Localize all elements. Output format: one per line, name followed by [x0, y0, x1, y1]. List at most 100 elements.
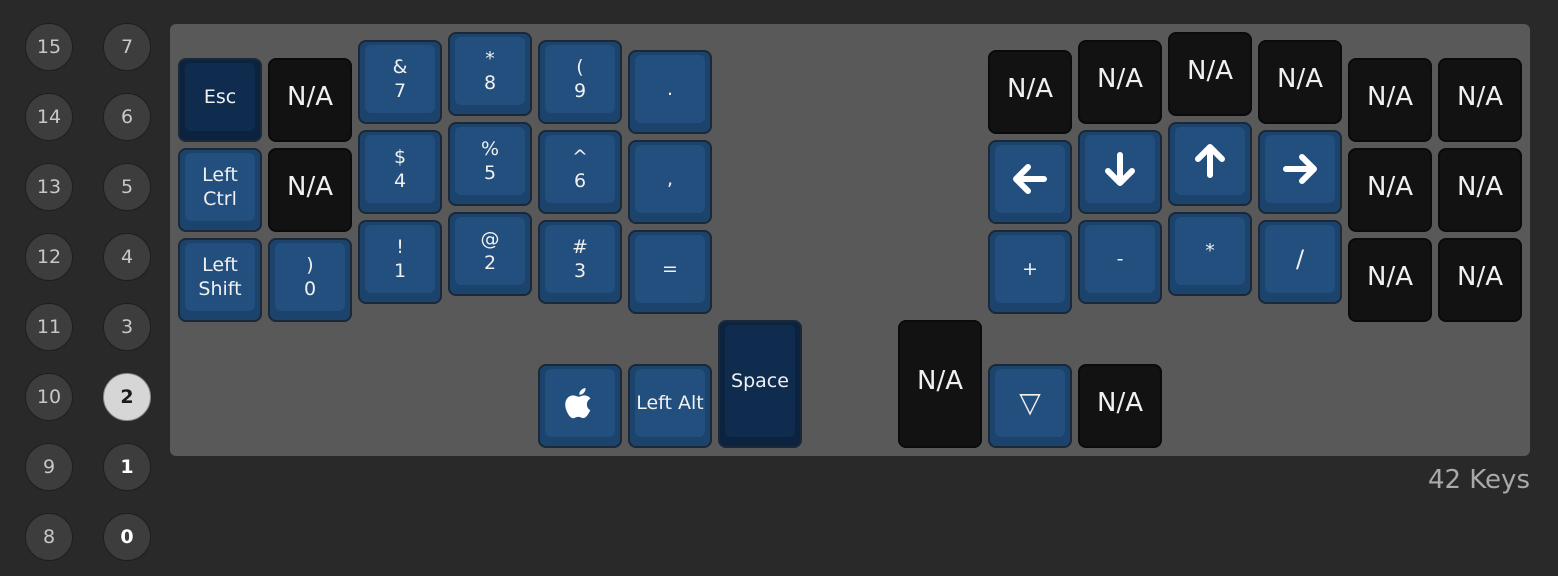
key-na[interactable]: N/A: [1348, 238, 1432, 322]
key-shift-label: !: [396, 236, 404, 258]
key-label: 3: [573, 260, 587, 282]
key-paren-9[interactable]: (9: [538, 40, 622, 124]
layer-2-button[interactable]: 2: [103, 373, 151, 421]
key-label: /: [1295, 245, 1305, 273]
layer-15-button[interactable]: 15: [25, 23, 73, 71]
key-na[interactable]: N/A: [268, 148, 352, 232]
key-space[interactable]: Space: [718, 320, 802, 448]
key-percent-5[interactable]: % 5: [448, 122, 532, 206]
key-arrow-right[interactable]: [1258, 130, 1342, 214]
key-label: Esc: [203, 86, 237, 108]
apple-logo-icon: [565, 388, 591, 419]
key-shift-label: #: [572, 236, 588, 258]
key-na[interactable]: N/A: [988, 50, 1072, 134]
key-shift-label: %: [480, 138, 500, 160]
key-label: N/A: [1187, 56, 1233, 86]
key-label: Ctrl: [203, 188, 237, 210]
key-label: N/A: [917, 366, 963, 396]
key-arrow-down[interactable]: [1078, 130, 1162, 214]
key-label: N/A: [1367, 82, 1413, 112]
key-hash-3[interactable]: #3: [538, 220, 622, 304]
key-shift-label: @: [480, 228, 500, 250]
key-label: N/A: [1277, 64, 1323, 94]
key-asterisk[interactable]: *: [1168, 212, 1252, 296]
layer-5-button[interactable]: 5: [103, 163, 151, 211]
key-shift-label: ^: [572, 146, 588, 168]
key-label: .: [666, 78, 674, 100]
key-label: N/A: [1367, 172, 1413, 202]
key-label: +: [1022, 258, 1038, 280]
key-shift-label: *: [485, 48, 495, 70]
layer-6-button[interactable]: 6: [103, 93, 151, 141]
arrow-right-icon: [1283, 154, 1317, 184]
key-equals[interactable]: =: [628, 230, 712, 314]
key-arrow-left[interactable]: [988, 140, 1072, 224]
key-rparen-0[interactable]: ) 0: [268, 238, 352, 322]
key-plus[interactable]: +: [988, 230, 1072, 314]
key-command[interactable]: [538, 364, 622, 448]
key-label: N/A: [1007, 74, 1053, 104]
key-label: 7: [393, 80, 407, 102]
key-na[interactable]: N/A: [1348, 148, 1432, 232]
key-dollar-4[interactable]: $4: [358, 130, 442, 214]
key-label: N/A: [1097, 388, 1143, 418]
key-label: 2: [483, 252, 497, 274]
key-comma[interactable]: ,: [628, 140, 712, 224]
layer-10-button[interactable]: 10: [25, 373, 73, 421]
key-na[interactable]: N/A: [1258, 40, 1342, 124]
key-label: N/A: [1097, 64, 1143, 94]
key-label: Left Alt: [636, 392, 704, 414]
key-slash[interactable]: /: [1258, 220, 1342, 304]
key-left-alt[interactable]: Left Alt: [628, 364, 712, 448]
layer-7-button[interactable]: 7: [103, 23, 151, 71]
key-label: ,: [666, 168, 674, 190]
layer-13-button[interactable]: 13: [25, 163, 73, 211]
key-na[interactable]: N/A: [1078, 364, 1162, 448]
key-na[interactable]: N/A: [1438, 238, 1522, 322]
layer-9-button[interactable]: 9: [25, 443, 73, 491]
key-star-8[interactable]: * 8: [448, 32, 532, 116]
key-arrow-up[interactable]: [1168, 122, 1252, 206]
key-na[interactable]: N/A: [1168, 32, 1252, 116]
key-label: 6: [573, 170, 587, 192]
key-label: 4: [393, 170, 407, 192]
key-count-label: 42 Keys: [1427, 465, 1530, 495]
key-label: Left: [202, 254, 238, 276]
key-na[interactable]: N/A: [268, 58, 352, 142]
key-label: N/A: [1367, 262, 1413, 292]
key-label: Left: [202, 164, 238, 186]
layer-12-button[interactable]: 12: [25, 233, 73, 281]
key-na[interactable]: N/A: [1078, 40, 1162, 124]
key-left-shift[interactable]: Left Shift: [178, 238, 262, 322]
key-shift-label: $: [393, 146, 407, 168]
key-label: Space: [731, 370, 789, 392]
layer-3-button[interactable]: 3: [103, 303, 151, 351]
key-label: *: [1205, 240, 1215, 262]
key-label: 1: [393, 260, 407, 282]
key-at-2[interactable]: @2: [448, 212, 532, 296]
key-label: N/A: [1457, 172, 1503, 202]
key-na[interactable]: N/A: [1348, 58, 1432, 142]
key-period[interactable]: .: [628, 50, 712, 134]
layer-1-button[interactable]: 1: [103, 443, 151, 491]
key-na[interactable]: N/A: [1438, 58, 1522, 142]
layer-14-button[interactable]: 14: [25, 93, 73, 141]
key-esc[interactable]: Esc: [178, 58, 262, 142]
layer-11-button[interactable]: 11: [25, 303, 73, 351]
key-na[interactable]: N/A: [898, 320, 982, 448]
key-caret-6[interactable]: ^ 6: [538, 130, 622, 214]
layer-4-button[interactable]: 4: [103, 233, 151, 281]
key-minus[interactable]: -: [1078, 220, 1162, 304]
key-bang-1[interactable]: ! 1: [358, 220, 442, 304]
key-label: N/A: [1457, 82, 1503, 112]
key-label: N/A: [287, 172, 333, 202]
key-na[interactable]: N/A: [1438, 148, 1522, 232]
layer-0-button[interactable]: 0: [103, 513, 151, 561]
arrow-down-icon: [1105, 152, 1135, 186]
layer-8-button[interactable]: 8: [25, 513, 73, 561]
key-left-ctrl[interactable]: Left Ctrl: [178, 148, 262, 232]
key-amp-7[interactable]: & 7: [358, 40, 442, 124]
key-layer-down[interactable]: ▽: [988, 364, 1072, 448]
triangle-down-icon: ▽: [1019, 386, 1041, 419]
key-label: =: [662, 258, 678, 280]
